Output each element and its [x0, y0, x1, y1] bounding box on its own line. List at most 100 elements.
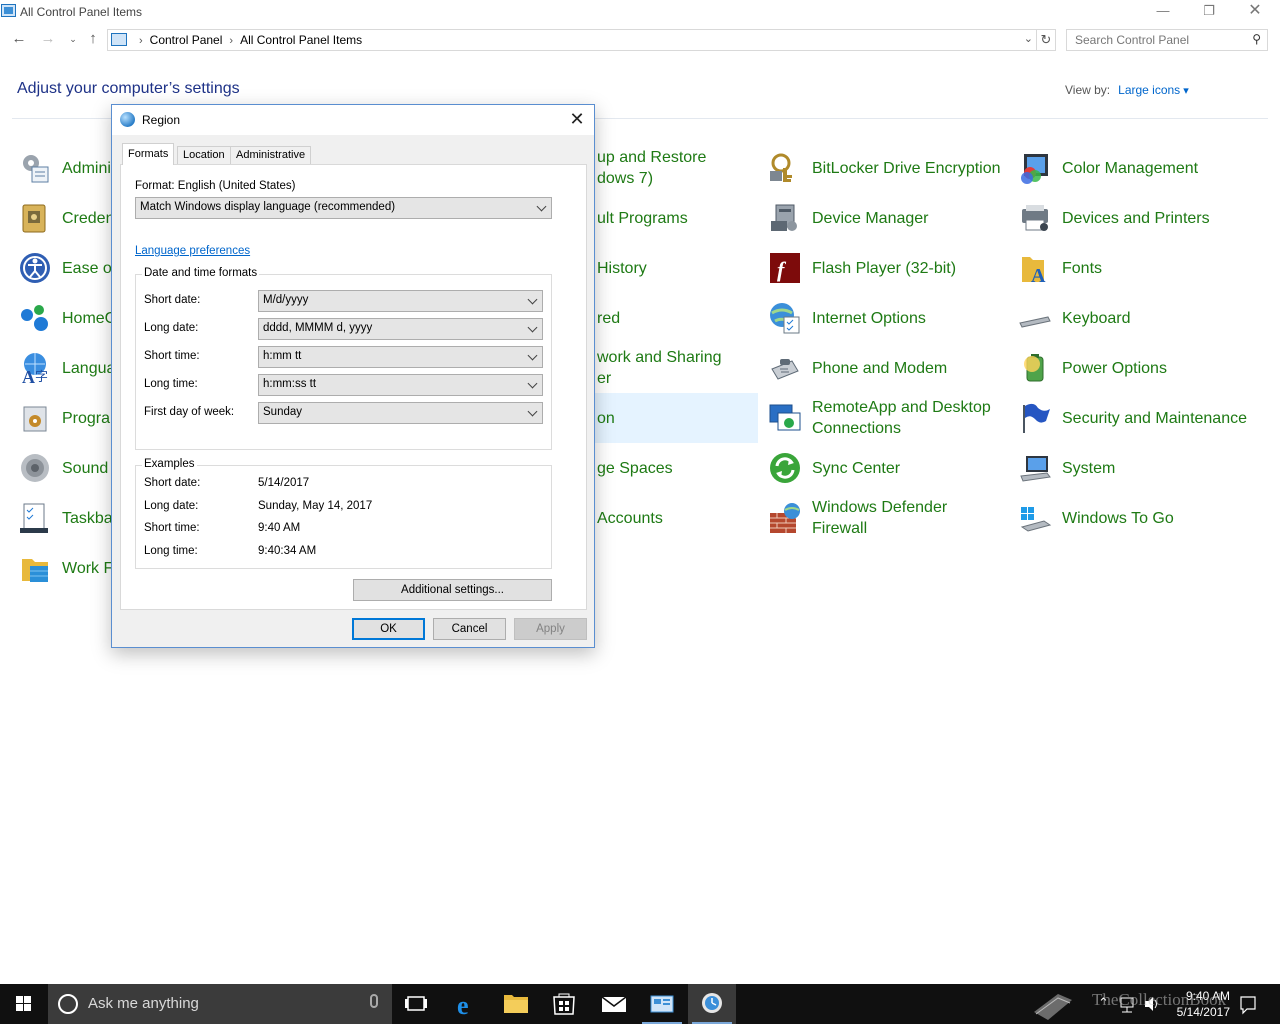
close-button[interactable]: ✕	[1232, 0, 1278, 24]
view-by-dropdown[interactable]: Large icons	[1118, 83, 1189, 97]
cancel-button[interactable]: Cancel	[433, 618, 506, 640]
cp-item[interactable]: Color Management	[1018, 143, 1198, 193]
refresh-icon[interactable]: ↻	[1037, 29, 1056, 51]
tab-formats[interactable]: Formats	[122, 143, 175, 165]
example-short-time-value: 9:40 AM	[258, 522, 301, 534]
cp-item[interactable]: Admini	[18, 143, 111, 193]
watermark: TheCollectionBook	[1092, 990, 1227, 1009]
first-day-value: Sunday	[263, 406, 303, 418]
cp-item[interactable]: Work F	[18, 543, 113, 593]
cp-item[interactable]: A Fonts	[1018, 243, 1102, 293]
cp-item[interactable]: Security and Maintenance	[1018, 393, 1247, 443]
chevron-down-icon[interactable]: ⌄	[1024, 32, 1033, 45]
additional-settings-button[interactable]: Additional settings...	[353, 579, 552, 601]
format-select[interactable]: Match Windows display language (recommen…	[135, 197, 552, 219]
short-date-select[interactable]: M/d/yyyy	[258, 290, 543, 312]
action-center-icon[interactable]	[1238, 984, 1258, 1024]
cp-item[interactable]: Device Manager	[768, 193, 929, 243]
task-view-button[interactable]	[392, 984, 440, 1024]
cp-item-label: System	[1062, 459, 1116, 477]
cp-item[interactable]: Devices and Printers	[1018, 193, 1210, 243]
taskbar-region[interactable]	[688, 984, 736, 1024]
ease-of-access-icon	[18, 251, 52, 285]
apply-button[interactable]: Apply	[514, 618, 587, 640]
taskbar-edge[interactable]: e	[444, 984, 492, 1024]
windows-logo-icon	[16, 996, 32, 1012]
cp-item[interactable]: Taskbar	[18, 493, 118, 543]
long-date-select[interactable]: dddd, MMMM d, yyyy	[258, 318, 543, 340]
chevron-right-icon[interactable]: ›	[229, 35, 233, 47]
taskbar-file-explorer[interactable]	[492, 984, 540, 1024]
cp-item[interactable]: Internet Options	[768, 293, 926, 343]
cp-item-label: Internet Options	[812, 309, 926, 327]
search-input[interactable]: Search Control Panel ⚲	[1066, 29, 1268, 51]
breadcrumb-control-panel[interactable]: Control Panel	[150, 33, 223, 47]
cp-item[interactable]: A字 Langua	[18, 343, 115, 393]
dialog-titlebar[interactable]: Region ✕	[112, 105, 594, 135]
taskbar-mail[interactable]	[590, 984, 638, 1024]
book-logo-icon	[1034, 994, 1072, 1020]
cp-item[interactable]: Windows Defender Firewall	[768, 493, 947, 543]
long-time-select[interactable]: h:mm:ss tt	[258, 374, 543, 396]
tab-location[interactable]: Location	[177, 146, 231, 165]
ok-button[interactable]: OK	[352, 618, 425, 640]
control-panel-icon	[1, 4, 16, 17]
minimize-button[interactable]: —	[1140, 0, 1186, 24]
region-dialog: Region ✕ Formats Location Administrative…	[111, 104, 595, 648]
chevron-down-icon	[528, 350, 538, 364]
cp-item-label: Color Management	[1062, 159, 1199, 177]
tab-administrative[interactable]: Administrative	[230, 146, 312, 165]
up-arrow-icon[interactable]: ↑	[84, 30, 102, 48]
cp-item[interactable]: Sound	[18, 443, 108, 493]
dialog-close-button[interactable]: ✕	[564, 108, 590, 132]
programs-icon	[18, 401, 52, 435]
cp-item-label: Fonts	[1062, 259, 1103, 277]
cp-item-label: Windows Defender Firewall	[812, 499, 948, 537]
cp-item[interactable]: Progra	[18, 393, 110, 443]
cp-item-label: Taskbar	[62, 509, 119, 527]
cp-item[interactable]: Sync Center	[768, 443, 900, 493]
cortana-search-box[interactable]: Ask me anything	[48, 984, 392, 1024]
cp-item[interactable]: Windows To Go	[1018, 493, 1174, 543]
cp-item[interactable]: RemoteApp and Desktop Connections	[768, 393, 991, 443]
cp-item[interactable]: Phone and Modem	[768, 343, 947, 393]
address-bar[interactable]: › Control Panel › All Control Panel Items ⌄	[107, 29, 1037, 51]
search-placeholder: Search Control Panel	[1075, 33, 1190, 47]
chevron-down-icon	[528, 294, 538, 308]
cp-item[interactable]: Ease of	[18, 243, 116, 293]
cp-item-label: Progra	[62, 409, 111, 427]
example-short-time-label: Short time:	[144, 522, 200, 534]
administrative-tools-icon	[18, 151, 52, 185]
cp-item[interactable]: Keyboard	[1018, 293, 1131, 343]
forward-arrow-icon[interactable]: →	[39, 30, 57, 48]
short-time-select[interactable]: h:mm tt	[258, 346, 543, 368]
cortana-icon	[58, 994, 78, 1014]
maximize-button[interactable]: ❐	[1186, 0, 1232, 24]
group-title: Examples	[142, 458, 197, 470]
cp-item[interactable]: HomeG	[18, 293, 117, 343]
cp-item[interactable]: f Flash Player (32-bit)	[768, 243, 956, 293]
language-preferences-link[interactable]: Language preferences	[135, 245, 250, 257]
search-icon: ⚲	[1252, 32, 1261, 46]
cp-item[interactable]: BitLocker Drive Encryption	[768, 143, 1001, 193]
taskbar-control-panel[interactable]	[638, 984, 686, 1024]
start-button[interactable]	[0, 984, 48, 1024]
back-arrow-icon[interactable]: ←	[10, 30, 28, 48]
short-date-label: Short date:	[144, 294, 201, 306]
globe-icon	[120, 112, 135, 127]
microphone-icon[interactable]	[370, 994, 378, 1008]
window-titlebar: All Control Panel Items — ❐ ✕	[0, 0, 1280, 26]
cp-item-label: Sync Center	[812, 459, 901, 477]
svg-text:A: A	[22, 367, 35, 385]
internet-options-icon	[768, 301, 802, 335]
taskbar-store[interactable]	[540, 984, 588, 1024]
first-day-select[interactable]: Sunday	[258, 402, 543, 424]
cp-item[interactable]: Power Options	[1018, 343, 1167, 393]
chevron-right-icon[interactable]: ›	[139, 35, 143, 47]
cp-item[interactable]: System	[1018, 443, 1115, 493]
breadcrumb-all-items[interactable]: All Control Panel Items	[240, 33, 362, 47]
cp-item-label: Devices and Printers	[1062, 209, 1210, 227]
sync-center-icon	[768, 451, 802, 485]
cp-item[interactable]: Creden	[18, 193, 114, 243]
recent-locations-chevron-icon[interactable]: ⌄	[64, 30, 82, 48]
